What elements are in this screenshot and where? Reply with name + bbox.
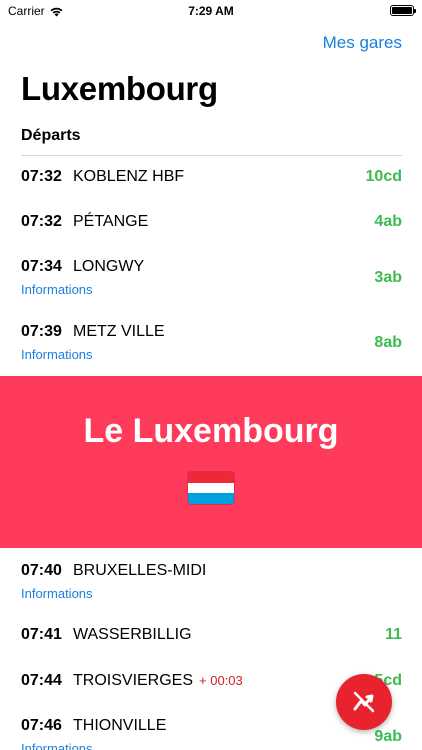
departure-destination: THIONVILLE: [73, 717, 167, 734]
page-title: Luxembourg: [21, 70, 218, 107]
departure-row[interactable]: 07:39 METZ VILLE Informations 8ab: [21, 323, 402, 362]
departure-time: 07:39: [21, 323, 62, 340]
departure-row[interactable]: 07:40 BRUXELLES-MIDI Informations: [21, 562, 402, 601]
delay-badge: + 00:03: [199, 673, 243, 688]
departure-track: 3ab: [374, 269, 402, 286]
departure-time: 07:32: [21, 168, 62, 185]
departure-track: 10cd: [365, 168, 402, 185]
informations-link[interactable]: Informations: [21, 586, 402, 601]
divider: [21, 155, 402, 156]
departure-time: 07:46: [21, 717, 62, 734]
departure-row[interactable]: 07:32 PÉTANGE 4ab: [21, 213, 402, 231]
informations-link[interactable]: Informations: [21, 282, 402, 297]
disruptions-button[interactable]: [336, 674, 392, 730]
country-banner[interactable]: Le Luxembourg: [0, 376, 422, 548]
informations-link[interactable]: Informations: [21, 741, 402, 750]
departure-destination: PÉTANGE: [73, 213, 149, 230]
departure-track: 11: [385, 626, 402, 643]
departure-time: 07:32: [21, 213, 62, 230]
departure-destination: METZ VILLE: [73, 323, 165, 340]
departure-time: 07:44: [21, 672, 62, 689]
departure-time: 07:34: [21, 258, 62, 275]
informations-link[interactable]: Informations: [21, 347, 402, 362]
battery-icon: [390, 5, 416, 16]
departure-destination: WASSERBILLIG: [73, 626, 192, 643]
no-train-icon: [353, 691, 375, 713]
departure-track: 4ab: [374, 213, 402, 230]
banner-title: Le Luxembourg: [83, 412, 339, 450]
departure-destination: TROISVIERGES: [73, 672, 194, 689]
section-title: Départs: [21, 127, 81, 144]
departure-track: 8ab: [374, 334, 402, 351]
luxembourg-flag-icon: [187, 471, 235, 505]
departure-destination: BRUXELLES-MIDI: [73, 562, 207, 579]
departure-time: 07:40: [21, 562, 62, 579]
my-stations-button[interactable]: Mes gares: [323, 33, 402, 53]
status-bar: Carrier 7:29 AM: [0, 0, 422, 22]
departure-destination: KOBLENZ HBF: [73, 168, 185, 185]
departure-row[interactable]: 07:32 KOBLENZ HBF 10cd: [21, 168, 402, 186]
status-time: 7:29 AM: [188, 4, 234, 18]
departure-time: 07:41: [21, 626, 62, 643]
departure-row[interactable]: 07:41 WASSERBILLIG 11: [21, 626, 402, 644]
departure-destination: LONGWY: [73, 258, 145, 275]
departure-track: 9ab: [374, 728, 402, 745]
departure-row[interactable]: 07:34 LONGWY Informations 3ab: [21, 258, 402, 297]
